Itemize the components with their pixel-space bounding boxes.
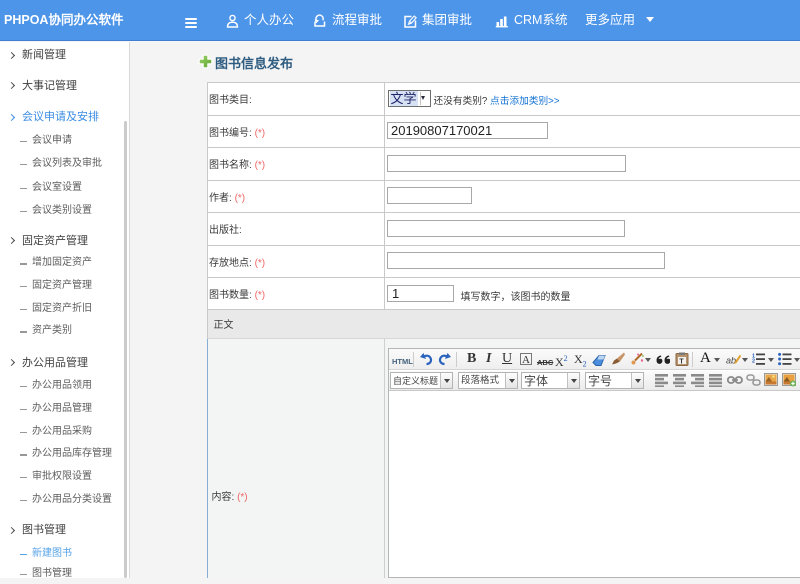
svg-text:2: 2	[752, 359, 755, 365]
svg-text:T: T	[679, 358, 684, 365]
svg-text:ab: ab	[726, 356, 736, 366]
